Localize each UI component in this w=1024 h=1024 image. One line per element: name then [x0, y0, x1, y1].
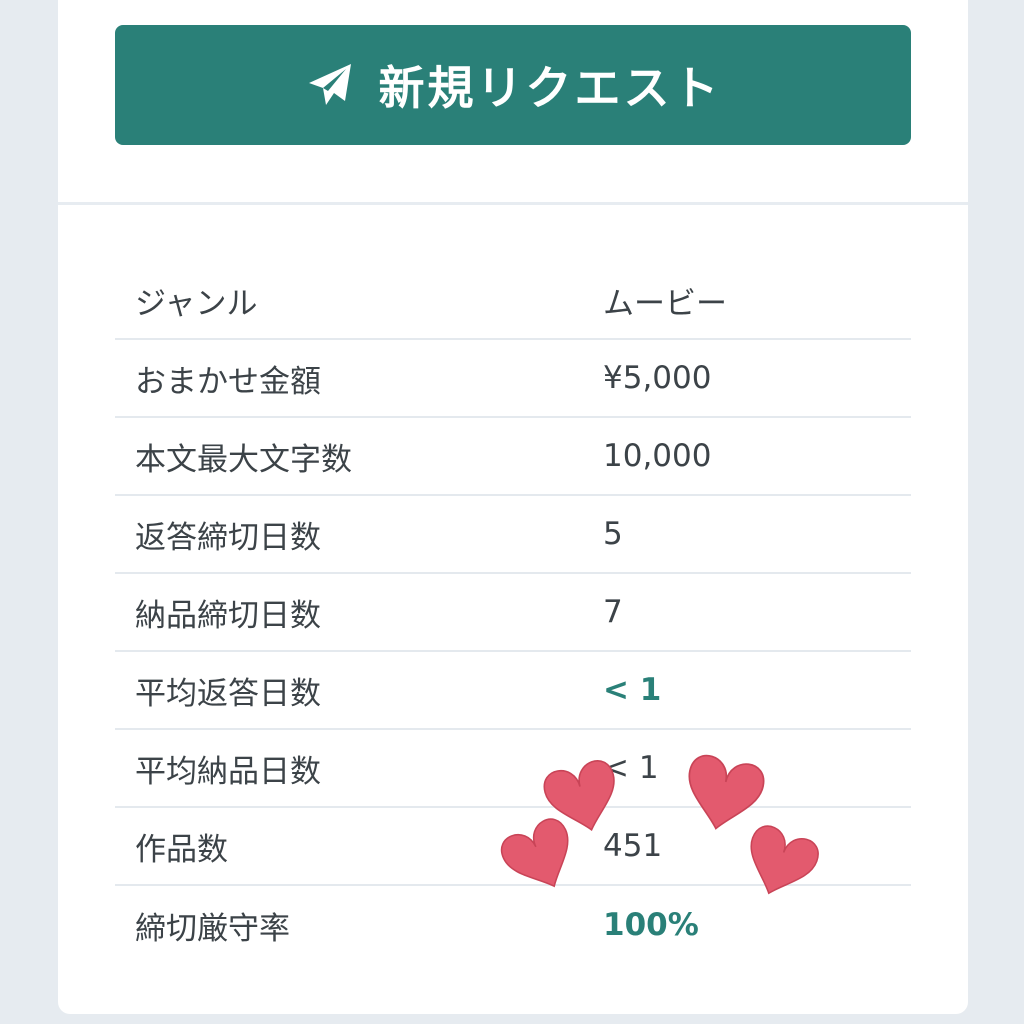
new-request-button[interactable]: 新規リクエスト	[115, 25, 911, 145]
info-label: 返答締切日数	[135, 519, 321, 556]
info-value: 451	[603, 828, 663, 864]
info-value-accent: 100%	[603, 907, 699, 943]
info-row-works-count: 作品数 451	[115, 808, 911, 886]
info-row-delivery-deadline: 納品締切日数 7	[115, 574, 911, 652]
info-value-accent: < 1	[603, 672, 662, 708]
info-label: 平均納品日数	[135, 753, 321, 790]
info-row-genre: ジャンル ムービー	[115, 262, 911, 340]
info-value: < 1	[603, 750, 659, 786]
paper-plane-icon	[305, 60, 355, 110]
info-row-max-chars: 本文最大文字数 10,000	[115, 418, 911, 496]
info-row-avg-reply: 平均返答日数 < 1	[115, 652, 911, 730]
info-row-reply-deadline: 返答締切日数 5	[115, 496, 911, 574]
info-label: おまかせ金額	[135, 363, 321, 400]
info-row-deadline-rate: 締切厳守率 100%	[115, 886, 911, 964]
info-value: 7	[603, 594, 623, 630]
info-label: 締切厳守率	[135, 910, 290, 947]
info-value: ¥5,000	[603, 360, 712, 396]
section-divider	[58, 202, 968, 205]
info-label: ジャンル	[135, 285, 258, 322]
info-label: 平均返答日数	[135, 675, 321, 712]
info-value: 10,000	[603, 438, 712, 474]
info-label: 納品締切日数	[135, 597, 321, 634]
info-row-price: おまかせ金額 ¥5,000	[115, 340, 911, 418]
info-label: 作品数	[135, 831, 228, 868]
info-value: 5	[603, 516, 623, 552]
info-table: ジャンル ムービー おまかせ金額 ¥5,000 本文最大文字数 10,000 返…	[115, 262, 911, 964]
info-label: 本文最大文字数	[135, 441, 352, 478]
info-value: ムービー	[603, 285, 727, 322]
creator-info-card: 新規リクエスト ジャンル ムービー おまかせ金額 ¥5,000 本文最大文字数 …	[58, 0, 968, 1014]
info-row-avg-delivery: 平均納品日数 < 1	[115, 730, 911, 808]
new-request-label: 新規リクエスト	[378, 61, 722, 115]
